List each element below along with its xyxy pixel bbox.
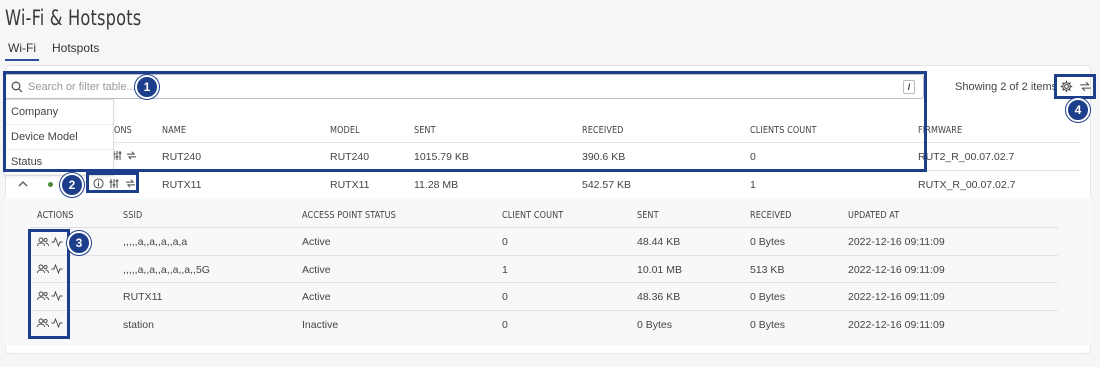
search-input[interactable]: [28, 80, 428, 93]
chevron-up-icon[interactable]: [17, 177, 29, 189]
settings-button[interactable]: [1058, 78, 1074, 94]
device-clients-count: 1: [750, 179, 756, 191]
ssid-header-divider: [30, 227, 1058, 228]
col-header-received[interactable]: RECEIVED: [582, 125, 624, 136]
gear-icon: [1060, 80, 1073, 93]
filter-dropdown: Company Device Model Status: [4, 99, 114, 176]
col-header-name[interactable]: NAME: [162, 125, 186, 136]
filter-option-company[interactable]: Company: [5, 100, 113, 125]
device-name[interactable]: RUTX11: [162, 179, 201, 191]
tab-bar: Wi-Fi Hotspots: [5, 40, 102, 61]
ssid-client-count: 0: [502, 319, 508, 331]
ssid-ap-status: Active: [302, 264, 331, 276]
header-divider: [115, 142, 1080, 143]
users-icon[interactable]: [37, 317, 49, 329]
ssid-name: RUTX11: [123, 291, 163, 303]
ssid-sent: 10.01 MB: [637, 264, 682, 276]
ssid-received: 0 Bytes: [750, 236, 786, 248]
ssid-col-header-sent[interactable]: SENT: [637, 210, 659, 221]
device-sent: 11.28 MB: [414, 179, 459, 191]
ssid-sent: 48.44 KB: [637, 236, 681, 248]
col-header-sent[interactable]: SENT: [414, 125, 436, 136]
page-title: Wi-Fi & Hotspots: [5, 6, 142, 30]
device-firmware: RUTX_R_00.07.02.7: [918, 179, 1016, 191]
ssid-received: 513 KB: [750, 264, 785, 276]
ssid-received: 0 Bytes: [750, 291, 786, 303]
ssid-ap-status: Active: [302, 236, 331, 248]
annotation-badge-2: 2: [60, 173, 84, 197]
col-header-firmware[interactable]: FIRMWARE: [918, 125, 962, 136]
search-icon: [11, 81, 23, 93]
users-icon[interactable]: [37, 290, 49, 302]
users-icon[interactable]: [37, 263, 49, 275]
device-model: RUTX11: [330, 179, 370, 191]
ssid-name: station: [123, 319, 154, 331]
refresh-icon[interactable]: [124, 177, 136, 189]
ssid-col-header-received[interactable]: RECEIVED: [750, 210, 792, 221]
device-sent: 1015.79 KB: [414, 151, 469, 163]
activity-icon[interactable]: [51, 290, 63, 302]
tab-hotspots[interactable]: Hotspots: [49, 40, 102, 61]
activity-icon[interactable]: [51, 317, 63, 329]
ssid-ap-status: Inactive: [302, 319, 339, 331]
ssid-sent: 0 Bytes: [637, 319, 673, 331]
col-header-actions: ONS: [114, 125, 132, 136]
device-received: 390.6 KB: [582, 151, 626, 163]
ssid-updated-at: 2022-12-16 09:11:09: [848, 264, 945, 276]
shortcut-key: /: [903, 80, 915, 94]
status-online-indicator: [48, 182, 53, 187]
activity-icon[interactable]: [51, 236, 63, 248]
col-header-model[interactable]: MODEL: [330, 125, 360, 136]
ssid-col-header-ssid[interactable]: SSID: [123, 210, 142, 221]
ssid-name: ,,,,,a,,a,,a,,a,,a,,5G: [123, 264, 210, 276]
items-count: Showing 2 of 2 items: [955, 81, 1058, 93]
device-received: 542.57 KB: [582, 179, 632, 191]
col-header-clients-count[interactable]: CLIENTS COUNT: [750, 125, 817, 136]
ssid-client-count: 1: [502, 264, 508, 276]
ssid-client-count: 0: [502, 291, 508, 303]
refresh-button[interactable]: [1077, 78, 1093, 94]
info-icon[interactable]: [92, 177, 104, 189]
ssid-col-header-client-count[interactable]: CLIENT COUNT: [502, 210, 563, 221]
activity-icon[interactable]: [51, 263, 63, 275]
ssid-updated-at: 2022-12-16 09:11:09: [848, 236, 945, 248]
tab-wifi[interactable]: Wi-Fi: [5, 40, 39, 61]
row-divider: [30, 282, 1058, 283]
users-icon[interactable]: [37, 236, 49, 248]
device-name[interactable]: RUT240: [162, 151, 201, 163]
row-divider: [15, 170, 1080, 171]
ssid-sent: 48.36 KB: [637, 291, 681, 303]
ssid-name: ,,,,,a,,a,,a,,a,a: [123, 236, 188, 248]
ssid-col-header-actions: ACTIONS: [37, 210, 74, 221]
annotation-badge-3: 3: [67, 231, 91, 255]
device-model: RUT240: [330, 151, 370, 163]
annotation-badge-4: 4: [1066, 98, 1090, 122]
ssid-updated-at: 2022-12-16 09:11:09: [848, 319, 945, 331]
refresh-icon: [1079, 80, 1092, 93]
ssid-received: 0 Bytes: [750, 319, 786, 331]
filter-option-device-model[interactable]: Device Model: [5, 125, 113, 150]
device-clients-count: 0: [750, 151, 756, 163]
ssid-updated-at: 2022-12-16 09:11:09: [848, 291, 945, 303]
ssid-client-count: 0: [502, 236, 508, 248]
row-divider: [30, 310, 1058, 311]
ssid-col-header-updated-at[interactable]: UPDATED AT: [848, 210, 899, 221]
filter-option-status[interactable]: Status: [5, 150, 113, 175]
annotation-badge-1: 1: [135, 75, 159, 99]
ssid-col-header-ap-status[interactable]: ACCESS POINT STATUS: [302, 210, 396, 221]
row-divider: [30, 255, 1058, 256]
configure-icon[interactable]: [108, 177, 120, 189]
refresh-icon[interactable]: [125, 149, 137, 161]
device-firmware: RUT2_R_00.07.02.7: [918, 151, 1015, 163]
ssid-ap-status: Active: [302, 291, 331, 303]
